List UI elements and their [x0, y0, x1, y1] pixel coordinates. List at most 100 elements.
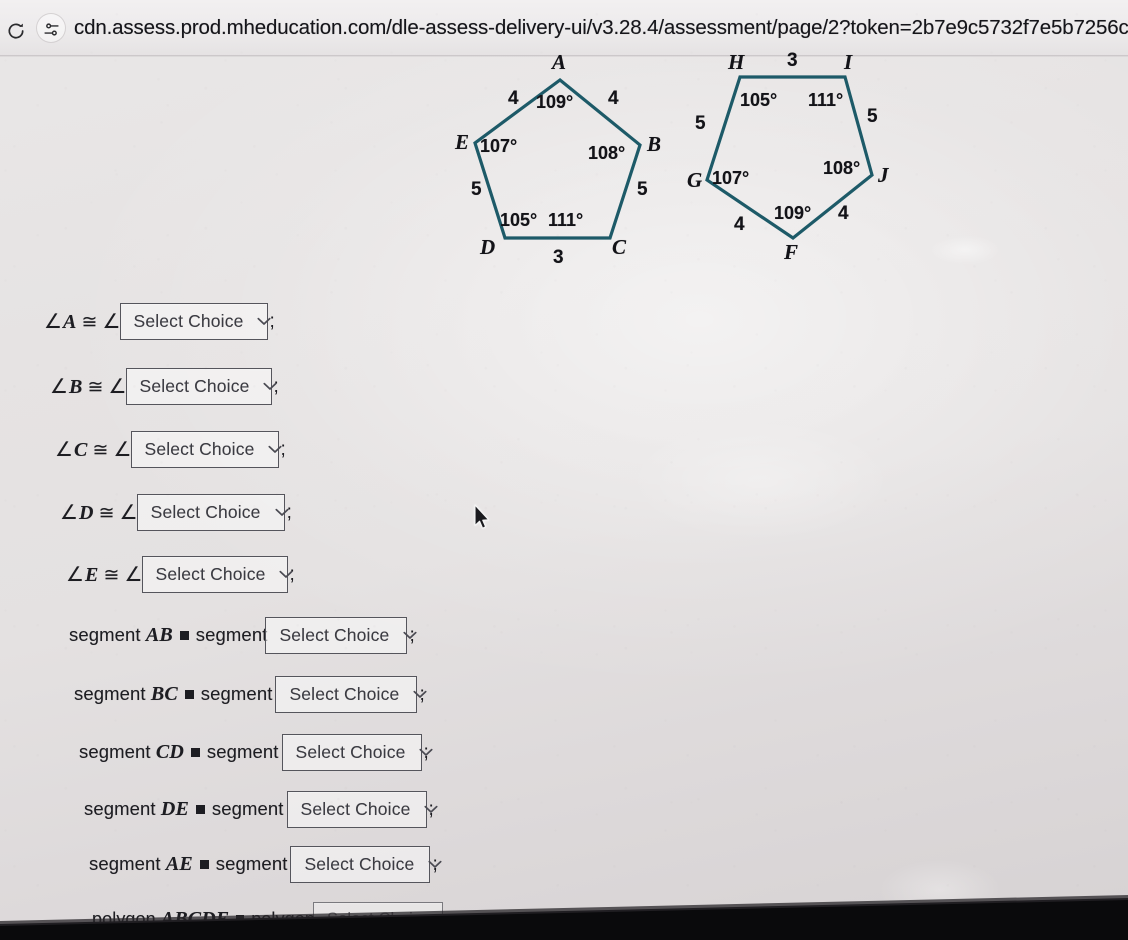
segment-ae-statement: segment AE segment [89, 853, 287, 876]
url-text[interactable]: cdn.assess.prod.mheducation.com/dle-asse… [74, 16, 1128, 40]
angle-c-letter: C [74, 439, 88, 461]
segment-cd-letters: CD [155, 741, 184, 763]
congruence-symbol [195, 805, 205, 815]
chevron-down-icon[interactable] [275, 508, 289, 517]
select-segment-cd[interactable]: Select Choice [281, 734, 434, 771]
select-segment-ae[interactable]: Select Choice [290, 846, 442, 883]
vertex-label-a: A [552, 50, 567, 74]
target-angle-symbol: ∠ [108, 376, 127, 398]
angle-b-statement: ∠B ≅ ∠ [50, 374, 128, 399]
select-segment-ab[interactable]: Select Choice [265, 617, 417, 654]
angle-a-letter: A [63, 311, 77, 333]
congruence-symbol: ≅ [98, 503, 115, 524]
chevron-down-icon[interactable] [445, 915, 459, 924]
chevron-down-icon[interactable] [413, 690, 427, 699]
select-angle-c[interactable]: Select Choice [130, 431, 283, 468]
segment-de-letters: DE [160, 798, 189, 820]
chevron-down-icon[interactable] [279, 570, 294, 579]
angle-value-d: 105° [500, 210, 538, 230]
segment-cd-lead-word: segment [79, 741, 151, 762]
select-angle-d-value: Select Choice [150, 502, 261, 522]
select-segment-de[interactable]: Select Choice [286, 791, 439, 828]
congruence-symbol [179, 631, 189, 641]
screen-glare [630, 420, 890, 540]
angle-value-b: 108° [588, 143, 626, 163]
segment-bc-letters: BC [150, 683, 178, 705]
segment-cd-target-word: segment [206, 741, 279, 762]
page-surface: cdn.assess.prod.mheducation.com/dle-asse… [0, 0, 1128, 940]
angle-value-g: 107° [712, 168, 750, 188]
target-angle-symbol: ∠ [102, 311, 121, 333]
question-row-segment-de: segment DE segment Select Choice ; [84, 791, 439, 828]
target-angle-symbol: ∠ [124, 564, 143, 586]
reload-icon[interactable] [6, 21, 26, 41]
select-segment-ae-value: Select Choice [304, 854, 415, 874]
angle-symbol: ∠ [66, 564, 85, 586]
vertex-label-g: G [687, 168, 703, 192]
vertex-label-d: D [480, 235, 496, 259]
vertex-label-i: I [844, 50, 853, 74]
question-row-angle-b: ∠B ≅ ∠ Select Choice ; [50, 368, 279, 405]
question-row-polygon-abcde: polygon ABCDE polygon Select Choice [92, 902, 459, 936]
chevron-down-icon[interactable] [268, 445, 283, 454]
select-segment-bc-value: Select Choice [289, 684, 400, 704]
select-angle-c-value: Select Choice [144, 439, 255, 459]
segment-de-lead-word: segment [84, 798, 156, 819]
question-row-segment-ab: segment AB segment Select Choice ; [69, 617, 417, 654]
select-angle-a[interactable]: Select Choice [119, 303, 272, 340]
angle-symbol: ∠ [50, 376, 69, 398]
vertex-label-c: C [612, 235, 627, 259]
segment-ae-lead-word: segment [89, 853, 161, 874]
select-angle-d[interactable]: Select Choice [136, 494, 289, 531]
segment-ab-target-word: segment [195, 624, 268, 645]
select-polygon-abcde[interactable]: Select Choice [312, 902, 459, 936]
side-length-bc: 5 [637, 179, 648, 200]
side-length-ab: 4 [608, 88, 619, 109]
select-segment-cd-value: Select Choice [295, 742, 406, 762]
select-angle-e[interactable]: Select Choice [141, 556, 294, 593]
congruence-symbol [190, 748, 200, 758]
angle-value-i: 111° [808, 90, 844, 110]
question-row-angle-a: ∠A ≅ ∠ Select Choice ; [44, 303, 275, 340]
side-length-cd: 3 [553, 247, 564, 268]
congruence-symbol [184, 690, 194, 700]
select-angle-b-value: Select Choice [139, 376, 250, 396]
side-length-fg: 4 [734, 214, 745, 235]
question-row-segment-bc: segment BC segment Select Choice ; [74, 676, 427, 713]
angle-value-c: 111° [548, 210, 584, 230]
chevron-down-icon[interactable] [403, 631, 417, 640]
select-segment-bc[interactable]: Select Choice [275, 676, 427, 713]
angle-d-statement: ∠D ≅ ∠ [60, 500, 139, 525]
polygon-lead-word: polygon [92, 908, 156, 929]
chevron-down-icon[interactable] [257, 317, 272, 326]
side-length-ea: 4 [508, 88, 519, 109]
side-length-jf: 4 [838, 203, 849, 224]
polygon-lead-letters: ABCDE [160, 907, 230, 930]
angle-value-f: 109° [774, 203, 812, 223]
chevron-down-icon[interactable] [263, 382, 278, 391]
question-row-segment-ae: segment AE segment Select Choice ; [89, 846, 442, 883]
angle-a-statement: ∠A ≅ ∠ [44, 309, 122, 334]
mouse-cursor [474, 504, 490, 529]
segment-bc-lead-word: segment [74, 683, 146, 704]
angle-e-statement: ∠E ≅ ∠ [66, 562, 144, 587]
chevron-down-icon[interactable] [428, 860, 442, 869]
select-segment-de-value: Select Choice [300, 799, 411, 819]
question-row-angle-e: ∠E ≅ ∠ Select Choice ; [66, 556, 295, 593]
angle-value-e: 107° [480, 136, 518, 156]
angle-value-a: 109° [536, 92, 574, 112]
segment-ab-letters: AB [145, 624, 173, 646]
chevron-down-icon[interactable] [424, 805, 439, 814]
select-angle-b[interactable]: Select Choice [125, 368, 278, 405]
side-length-de: 5 [471, 179, 482, 200]
chevron-down-icon[interactable] [419, 748, 434, 757]
angle-symbol: ∠ [55, 439, 74, 461]
select-polygon-abcde-value: Select Choice [326, 909, 431, 928]
vertex-label-f: F [784, 240, 799, 264]
segment-de-statement: segment DE segment [84, 798, 284, 821]
site-settings-icon[interactable] [43, 21, 60, 38]
congruence-symbol [236, 915, 245, 924]
target-angle-symbol: ∠ [113, 439, 132, 461]
question-row-angle-c: ∠C ≅ ∠ Select Choice ; [55, 431, 286, 468]
angle-symbol: ∠ [60, 502, 79, 524]
